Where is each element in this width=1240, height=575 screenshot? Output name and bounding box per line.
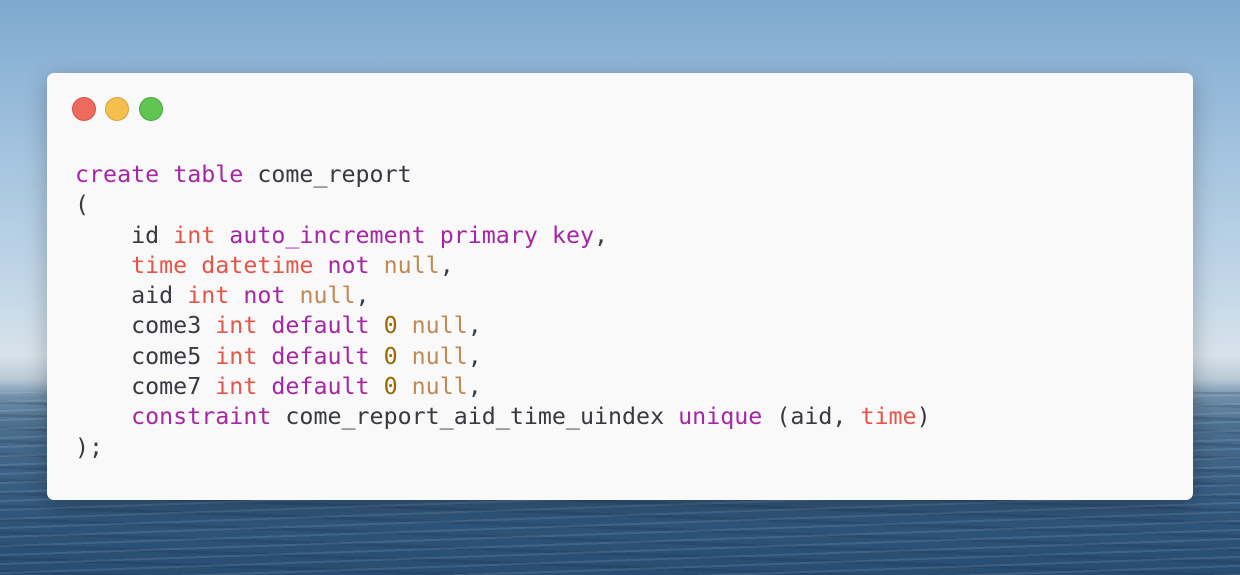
code-token-kw: unique xyxy=(678,403,763,431)
code-token-punc xyxy=(75,252,131,279)
minimize-button[interactable] xyxy=(105,97,129,121)
code-token-punc: , xyxy=(467,373,482,401)
code-token-kw: auto_increment xyxy=(229,221,426,249)
code-token-id: aid xyxy=(75,282,188,310)
code-token-id: come_report_aid_time_uindex xyxy=(271,403,679,431)
code-line: come5 int default 0 null, xyxy=(75,342,931,372)
zoom-button[interactable] xyxy=(139,97,163,121)
code-token-null: null xyxy=(383,251,440,279)
code-token-num: 0 xyxy=(383,373,398,401)
code-token-punc xyxy=(313,252,327,279)
code-block: create table come_report( id int auto_in… xyxy=(75,160,931,463)
code-line: ); xyxy=(75,433,931,463)
code-token-punc xyxy=(426,222,440,249)
code-token-kw: create xyxy=(75,161,160,188)
code-token-punc xyxy=(538,222,552,249)
code-token-kw: default xyxy=(271,342,370,370)
code-token-punc xyxy=(398,373,412,400)
code-token-punc: , xyxy=(439,251,454,279)
code-token-punc xyxy=(75,403,131,430)
code-line: time datetime not null, xyxy=(75,251,931,281)
code-token-kw: default xyxy=(271,373,370,401)
code-token-id: come7 xyxy=(75,373,216,401)
code-token-punc: ) xyxy=(916,403,931,431)
code-token-kw: primary xyxy=(439,221,538,249)
code-token-punc xyxy=(215,222,229,249)
code-token-punc xyxy=(370,373,384,400)
code-token-punc xyxy=(285,282,299,309)
code-token-null: null xyxy=(411,312,468,340)
code-token-punc: , xyxy=(355,282,370,310)
code-line: id int auto_increment primary key, xyxy=(75,221,931,251)
code-token-kw: key xyxy=(551,221,594,249)
code-token-type: time xyxy=(131,251,188,279)
code-token-kw: constraint xyxy=(131,403,272,431)
code-token-type: int xyxy=(187,282,230,310)
code-token-id: come_report xyxy=(243,161,412,188)
code-token-num: 0 xyxy=(383,312,398,340)
code-token-punc: (aid, xyxy=(762,403,861,431)
code-token-type: int xyxy=(215,342,258,370)
code-token-kw: not xyxy=(327,251,370,279)
code-token-type: int xyxy=(173,221,216,249)
code-token-null: null xyxy=(299,282,356,310)
code-token-type: time xyxy=(860,403,917,431)
code-line: come7 int default 0 null, xyxy=(75,372,931,402)
code-token-num: 0 xyxy=(383,342,398,370)
code-token-punc xyxy=(398,343,412,370)
code-window: create table come_report( id int auto_in… xyxy=(47,73,1193,500)
code-token-kw: table xyxy=(173,161,244,188)
code-token-punc: , xyxy=(467,342,482,370)
code-token-null: null xyxy=(411,342,468,370)
code-token-null: null xyxy=(411,373,468,401)
code-token-id: come3 xyxy=(75,312,216,340)
code-line: aid int not null, xyxy=(75,281,931,311)
code-token-punc: , xyxy=(467,312,482,340)
code-token-punc xyxy=(187,252,201,279)
code-token-punc xyxy=(159,161,173,188)
code-token-punc: ( xyxy=(75,191,90,219)
code-line: create table come_report xyxy=(75,160,931,190)
code-token-type: int xyxy=(215,312,258,340)
code-token-punc: , xyxy=(594,221,609,249)
code-token-punc xyxy=(257,343,271,370)
code-token-type: int xyxy=(215,373,258,401)
code-token-punc xyxy=(370,312,384,339)
code-token-type: datetime xyxy=(201,251,314,279)
code-token-kw: default xyxy=(271,312,370,340)
code-line: constraint come_report_aid_time_uindex u… xyxy=(75,402,931,432)
code-token-id: come5 xyxy=(75,342,216,370)
code-token-punc xyxy=(257,312,271,339)
code-token-punc: ); xyxy=(75,433,104,461)
code-line: come3 int default 0 null, xyxy=(75,311,931,341)
code-token-id: id xyxy=(75,221,174,249)
close-button[interactable] xyxy=(72,97,96,121)
code-token-punc xyxy=(370,343,384,370)
code-token-punc xyxy=(398,312,412,339)
code-token-punc xyxy=(370,252,384,279)
code-token-kw: not xyxy=(243,282,286,310)
code-token-punc xyxy=(257,373,271,400)
code-line: ( xyxy=(75,190,931,220)
code-token-punc xyxy=(229,282,243,309)
